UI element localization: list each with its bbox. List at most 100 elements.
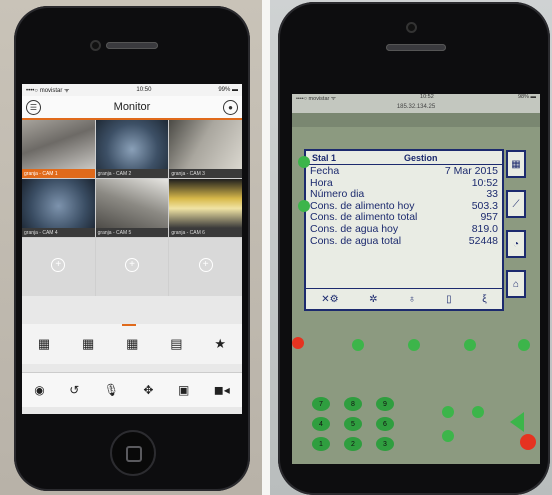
- status-bar: ••••○ movistar ᯤ 10:52 98% ▬: [292, 94, 540, 104]
- ptz-move-icon[interactable]: ✥: [143, 383, 153, 397]
- earpiece-speaker: [106, 42, 158, 49]
- camera-snapshot-icon[interactable]: ◉: [34, 383, 44, 397]
- camera-grid: granja - CAM 1 granja - CAM 2 granja - C…: [22, 120, 242, 296]
- camera-label: granja - CAM 5: [95, 228, 169, 237]
- status-indicator: [408, 339, 420, 351]
- page-title: Monitor: [113, 101, 151, 113]
- row-value: 819.0: [471, 222, 498, 235]
- add-camera-icon[interactable]: +: [198, 257, 213, 272]
- camera-feed: [169, 120, 242, 169]
- add-camera-icon[interactable]: +: [124, 257, 139, 272]
- right-photo: ••••○ movistar ᯤ 10:52 98% ▬ 185.32.134.…: [270, 0, 552, 495]
- video-record-icon[interactable]: ◼◂: [214, 383, 230, 397]
- section-title: Gestion: [404, 152, 438, 163]
- carrier-label: ••••○ movistar ᯤ: [26, 88, 70, 94]
- camera-tile-4[interactable]: granja - CAM 4: [22, 179, 95, 237]
- keypad-key[interactable]: 5: [344, 417, 362, 431]
- cast-display-icon[interactable]: ▣: [178, 383, 189, 397]
- favorite-star-icon[interactable]: ★: [214, 336, 226, 352]
- front-camera: [408, 24, 415, 31]
- data-rows: Fecha 7 Mar 2015 Hora 10:52 Número dia 33 C…: [306, 165, 502, 247]
- panel-header: Stal 1 Gestion: [306, 151, 502, 165]
- water-icon[interactable]: ▯: [446, 294, 452, 305]
- nav-bar: ☰ Monitor ●: [22, 96, 242, 120]
- keypad-key[interactable]: 3: [376, 437, 394, 451]
- empty-camera-slot[interactable]: +: [95, 238, 169, 296]
- data-row: Cons. de agua total 52448: [310, 234, 498, 248]
- grid-9-icon[interactable]: ▦: [82, 336, 94, 352]
- playback-history-icon[interactable]: ↺: [69, 383, 79, 397]
- status-indicator: [442, 430, 454, 442]
- keypad-key[interactable]: 8: [344, 397, 362, 411]
- side-menu-icon[interactable]: ▦: [506, 150, 526, 178]
- home-icon[interactable]: ⌂: [506, 270, 526, 298]
- status-time: 10:50: [136, 87, 152, 93]
- record-toggle-icon[interactable]: ●: [223, 99, 238, 115]
- right-iphone: ••••○ movistar ᯤ 10:52 98% ▬ 185.32.134.…: [278, 2, 550, 495]
- status-indicator: [518, 339, 530, 351]
- keypad-key[interactable]: 7: [312, 397, 330, 411]
- camera-label: granja - CAM 1: [22, 169, 95, 178]
- sensor-icon[interactable]: ✕⚙: [321, 294, 338, 305]
- numeric-keypad: 7 8 9 4 5 6 1 2 3: [312, 397, 398, 451]
- active-layout-indicator: [122, 324, 136, 326]
- camera-tile-3[interactable]: granja - CAM 3: [169, 120, 242, 178]
- clock-icon[interactable]: ◔: [506, 230, 526, 258]
- management-panel: Stal 1 Gestion Fecha 7 Mar 2015 Hora 10:52…: [304, 149, 504, 311]
- camera-feed: [22, 179, 95, 228]
- row-label: Cons. de agua total: [310, 234, 402, 247]
- camera-feed: [95, 120, 169, 169]
- status-indicator: [464, 339, 476, 351]
- emergency-stop-icon[interactable]: [520, 434, 536, 450]
- status-indicator: [352, 339, 364, 351]
- farm-controller-screen: ••••○ movistar ᯤ 10:52 98% ▬ 185.32.134.…: [292, 94, 540, 464]
- keypad-key[interactable]: 2: [344, 437, 362, 451]
- layout-selector: ▦ ▦ ▦ ▤ ★: [22, 324, 242, 364]
- carrier-label: ••••○ movistar ᯤ: [296, 96, 336, 102]
- monitor-app-screen: ••••○ movistar ᯤ 10:50 99% ▬ ☰ Monitor ●…: [22, 84, 242, 414]
- keypad-key[interactable]: 6: [376, 417, 394, 431]
- camera-feed: [22, 120, 95, 169]
- menu-icon[interactable]: ☰: [26, 99, 41, 115]
- station-name: Stal 1: [312, 152, 337, 163]
- left-photo: ••••○ movistar ᯤ 10:50 99% ▬ ☰ Monitor ●…: [0, 0, 262, 495]
- grid-4-icon[interactable]: ▦: [38, 336, 50, 352]
- controller-header-band: [292, 113, 540, 127]
- empty-camera-slot[interactable]: +: [169, 238, 242, 296]
- row-value: 52448: [468, 234, 498, 247]
- status-indicator: [442, 406, 454, 418]
- address-bar[interactable]: 185.32.134.25: [292, 104, 540, 113]
- battery-level: 98% ▬: [517, 94, 536, 100]
- data-row: Cons. de agua hoy 819.0: [310, 222, 498, 236]
- keypad-key[interactable]: 9: [376, 397, 394, 411]
- light-icon[interactable]: ♁: [408, 294, 416, 305]
- camera-label: granja - CAM 2: [95, 169, 169, 178]
- arrow-left-icon[interactable]: [510, 412, 524, 432]
- status-time: 10:52: [420, 94, 434, 100]
- panel-footer: ✕⚙ ✲ ♁ ▯ ξ: [306, 288, 502, 309]
- camera-label: granja - CAM 6: [169, 228, 242, 237]
- left-iphone: ••••○ movistar ᯤ 10:50 99% ▬ ☰ Monitor ●…: [14, 6, 250, 491]
- feed-icon[interactable]: ✲: [369, 294, 377, 305]
- keypad-key[interactable]: 4: [312, 417, 330, 431]
- camera-tile-6[interactable]: granja - CAM 6: [169, 179, 242, 237]
- camera-tile-2[interactable]: granja - CAM 2: [95, 120, 169, 178]
- status-indicator: [298, 156, 310, 168]
- grid-custom-icon[interactable]: ▤: [170, 336, 182, 352]
- status-indicator: [472, 406, 484, 418]
- camera-tile-5[interactable]: granja - CAM 5: [95, 179, 169, 237]
- empty-camera-slot[interactable]: +: [22, 238, 95, 296]
- earpiece-speaker: [386, 44, 446, 51]
- front-camera: [92, 42, 99, 49]
- keypad-key[interactable]: 1: [312, 437, 330, 451]
- camera-tile-1[interactable]: granja - CAM 1: [22, 120, 95, 178]
- microphone-icon[interactable]: 🎙: [104, 383, 119, 397]
- chart-icon[interactable]: ⟋: [506, 190, 526, 218]
- row-value: 7 Mar 2015: [444, 165, 498, 177]
- add-camera-icon[interactable]: +: [51, 257, 66, 272]
- home-button[interactable]: [110, 430, 156, 476]
- fan-icon[interactable]: ξ: [482, 294, 486, 305]
- row-label: Cons. de agua hoy: [310, 222, 399, 235]
- grid-16-icon[interactable]: ▦: [126, 336, 138, 352]
- bottom-toolbar: ◉ ↺ 🎙 ✥ ▣ ◼◂: [22, 372, 242, 407]
